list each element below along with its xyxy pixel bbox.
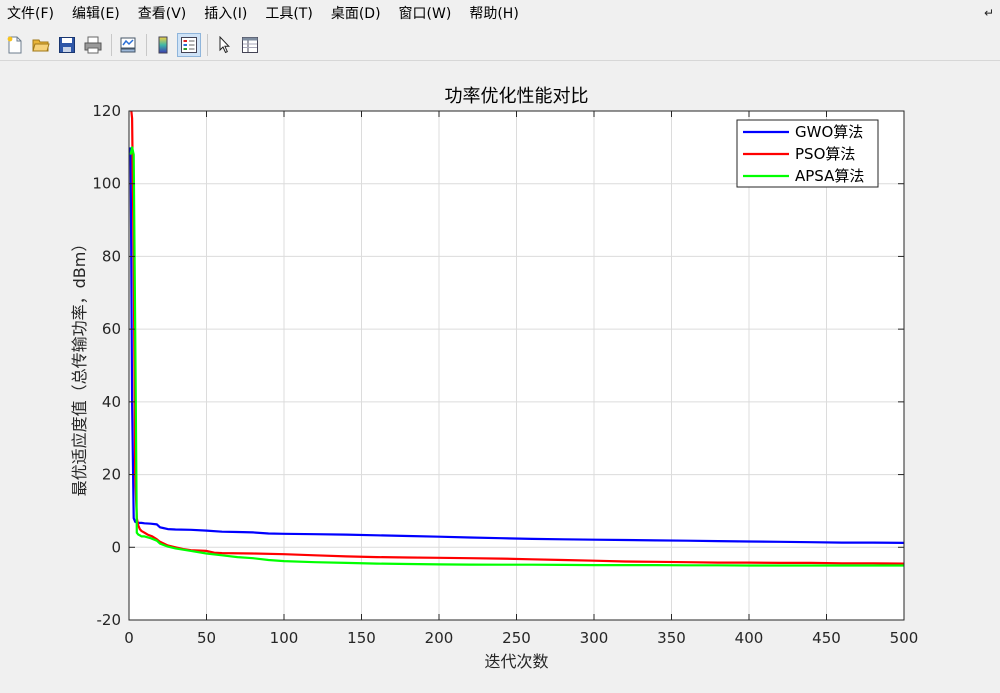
menu-file[interactable]: 文件(F) — [0, 0, 63, 28]
x-tick-label: 100 — [270, 629, 299, 647]
new-figure-icon[interactable] — [3, 33, 27, 57]
menu-help[interactable]: 帮助(H) — [460, 0, 527, 28]
y-tick-label: -20 — [97, 611, 122, 629]
x-tick-label: 400 — [735, 629, 764, 647]
x-tick-label: 450 — [812, 629, 841, 647]
y-tick-label: 40 — [102, 393, 121, 411]
y-tick-label: 0 — [111, 538, 121, 556]
x-tick-label: 50 — [197, 629, 216, 647]
link-plot-icon[interactable] — [116, 33, 140, 57]
chart: 0 50 100 150 200 250 300 350 400 450 500 -20020406… — [70, 86, 919, 671]
y-tick-label: 100 — [92, 175, 121, 193]
insert-legend-icon[interactable] — [177, 32, 201, 57]
property-inspector-icon[interactable] — [238, 33, 262, 57]
menu-window[interactable]: 窗口(W) — [390, 0, 461, 28]
dock-arrow-icon[interactable]: ↵ — [984, 6, 994, 20]
x-tick-label: 300 — [580, 629, 609, 647]
figure-toolbar — [0, 29, 1000, 61]
toolbar-separator — [111, 33, 112, 56]
insert-colorbar-icon[interactable] — [151, 33, 175, 57]
y-tick-label: 60 — [102, 320, 121, 338]
legend-label: GWO算法 — [795, 123, 863, 141]
legend-label: PSO算法 — [795, 145, 855, 163]
x-tick-label: 0 — [124, 629, 134, 647]
menu-view[interactable]: 查看(V) — [129, 0, 196, 28]
x-tick-label: 200 — [425, 629, 454, 647]
x-tick-label: 500 — [890, 629, 919, 647]
legend[interactable]: GWO算法 PSO算法 APSA算法 — [736, 119, 879, 188]
x-tick-label: 350 — [657, 629, 686, 647]
menu-insert[interactable]: 插入(I) — [195, 0, 256, 28]
x-tick-label: 250 — [502, 629, 531, 647]
y-tick-label: 20 — [102, 466, 121, 484]
toolbar-separator — [146, 33, 147, 56]
menu-edit[interactable]: 编辑(E) — [63, 0, 129, 28]
x-tick-label: 150 — [347, 629, 376, 647]
open-file-icon[interactable] — [29, 33, 53, 57]
save-icon[interactable] — [55, 33, 79, 57]
chart-title: 功率优化性能对比 — [445, 86, 589, 107]
y-tick-label: 80 — [102, 247, 121, 265]
menu-tools[interactable]: 工具(T) — [256, 0, 321, 28]
y-tick-label: 120 — [92, 102, 121, 120]
edit-plot-arrow-icon[interactable] — [212, 33, 236, 57]
menu-desktop[interactable]: 桌面(D) — [322, 0, 390, 28]
y-axis-label: 最优适应度值（总传输功率，dBm） — [70, 236, 89, 497]
figure-area: 0 50 100 150 200 250 300 350 400 450 500 -20 0 20 40 6… — [0, 62, 1000, 689]
legend-label: APSA算法 — [795, 167, 864, 185]
menu-bar: 文件(F) 编辑(E) 查看(V) 插入(I) 工具(T) 桌面(D) 窗口(W… — [0, 0, 1000, 28]
x-axis-label: 迭代次数 — [484, 652, 548, 671]
print-icon[interactable] — [81, 33, 105, 57]
toolbar-separator — [207, 33, 208, 56]
